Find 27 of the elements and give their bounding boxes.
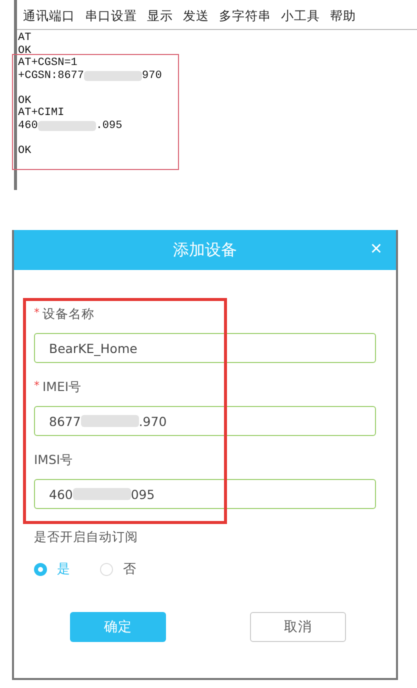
cancel-button[interactable]: 取消: [250, 612, 346, 642]
subscribe-label: 是否开启自动订阅: [34, 529, 139, 546]
console-line: OK: [18, 144, 32, 157]
dialog-title: 添加设备: [173, 240, 237, 260]
console-line: OK: [18, 44, 32, 57]
console-line: 460 .095: [18, 120, 124, 132]
console-line: +CGSN:8677 970: [18, 70, 163, 82]
input-field[interactable]: 460 095: [34, 479, 376, 509]
console-line: AT+CIMI: [18, 107, 66, 120]
menu-item[interactable]: 通讯端口: [23, 8, 75, 25]
field-label-text: 设备名称: [42, 306, 94, 323]
menu-item[interactable]: 串口设置: [85, 8, 137, 25]
console-line: AT: [18, 32, 32, 44]
field-label-text: IMEI号: [42, 379, 82, 396]
input-field[interactable]: BearKE_Home: [34, 333, 376, 363]
console-line: AT+CGSN=1: [18, 57, 78, 70]
menu-item[interactable]: 多字符串: [219, 8, 271, 25]
required-mark: *: [34, 379, 40, 394]
field-label-text: IMSI号: [34, 452, 74, 469]
menu-item[interactable]: 小工具: [281, 8, 320, 25]
radio-option[interactable]: 否: [100, 560, 136, 578]
menu-item[interactable]: 显示: [147, 8, 173, 25]
console-line: OK: [18, 94, 32, 107]
menu-item[interactable]: 帮助: [330, 8, 356, 25]
menu-item[interactable]: 发送: [183, 8, 209, 25]
required-mark: *: [34, 306, 40, 321]
input-field[interactable]: 8677 .970: [34, 406, 376, 436]
